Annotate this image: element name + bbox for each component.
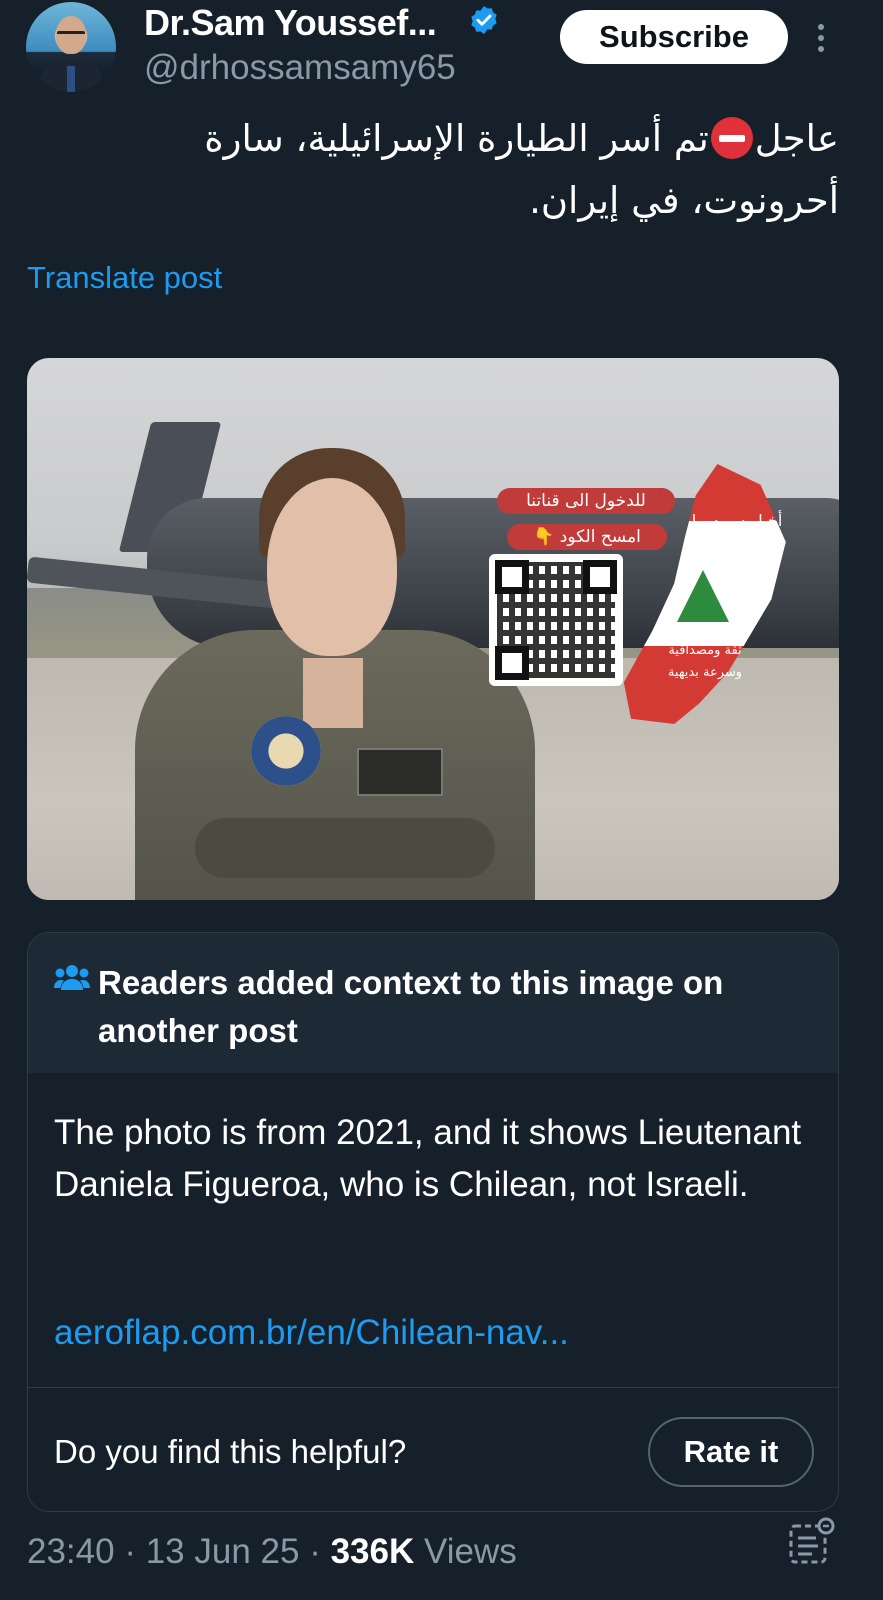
name-tag xyxy=(357,748,443,796)
community-note-header: Readers added context to this image on a… xyxy=(28,933,838,1073)
post-image[interactable]: للدخول الى قناتنا امسح الكود 👇 أخبار سوي… xyxy=(27,358,839,900)
community-note-source-link[interactable]: aeroflap.com.br/en/Chilean-nav... xyxy=(54,1313,569,1353)
helpful-question: Do you find this helpful? xyxy=(54,1433,407,1470)
more-options-icon[interactable] xyxy=(806,18,836,58)
overlay-channel-label: للدخول الى قناتنا xyxy=(497,488,675,514)
squadron-patch xyxy=(251,716,321,786)
map-brand-text: أخبار سويسرا الشرق xyxy=(691,511,783,552)
divider xyxy=(28,1387,838,1388)
community-note-title: Readers added context to this image on a… xyxy=(98,964,724,1049)
stop-sign-emoji xyxy=(710,117,753,159)
post-date[interactable]: 13 Jun 25 xyxy=(146,1532,300,1571)
map-tagline-text: ثقة ومصداقية وسرعة بديهية xyxy=(667,643,743,680)
people-icon xyxy=(54,965,90,990)
verified-badge-icon xyxy=(471,6,497,34)
qr-code xyxy=(489,554,623,686)
post-time[interactable]: 23:40 xyxy=(27,1532,115,1571)
post-text-prefix: عاجل xyxy=(754,117,839,160)
rate-it-button[interactable]: Rate it xyxy=(648,1417,814,1487)
cedar-icon xyxy=(677,570,729,622)
overlay-scan-label: امسح الكود 👇 xyxy=(507,524,667,550)
translate-post-link[interactable]: Translate post xyxy=(27,260,222,296)
views-count: 336K xyxy=(330,1532,415,1571)
author-display-name[interactable]: Dr.Sam Youssef... xyxy=(144,2,437,44)
analytics-icon[interactable] xyxy=(788,1516,838,1566)
community-note-card[interactable]: Readers added context to this image on a… xyxy=(27,932,839,1512)
views-label: Views xyxy=(424,1532,517,1571)
subscribe-button[interactable]: Subscribe xyxy=(560,10,788,64)
author-avatar[interactable] xyxy=(26,2,116,92)
post-text: عاجلتم أسر الطيارة الإسرائيلية، سارة أحر… xyxy=(119,108,839,232)
post-meta: 23:40 · 13 Jun 25 · 336K Views xyxy=(27,1532,517,1571)
author-handle[interactable]: @drhossamsamy65 xyxy=(144,48,456,88)
pilot-figure xyxy=(135,448,535,900)
community-note-body: The photo is from 2021, and it shows Lie… xyxy=(54,1113,802,1204)
